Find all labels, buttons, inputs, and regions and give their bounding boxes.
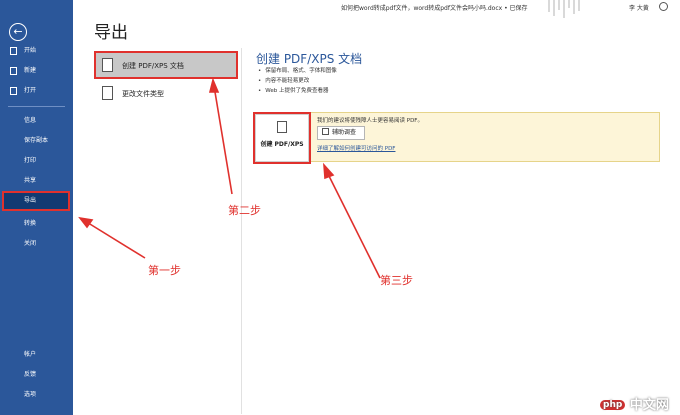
watermark-text: 中文网 — [629, 398, 669, 413]
step3-label: 第三步 — [380, 274, 413, 287]
annotation-arrows — [78, 77, 381, 279]
step1-arrow — [84, 220, 146, 259]
step2-label: 第二步 — [228, 204, 261, 217]
step1-label: 第一步 — [148, 264, 181, 277]
step3-arrow — [326, 171, 381, 279]
watermark: php 中文网 — [600, 394, 669, 413]
watermark-logo: php — [600, 400, 626, 410]
step2-arrow — [213, 85, 233, 195]
